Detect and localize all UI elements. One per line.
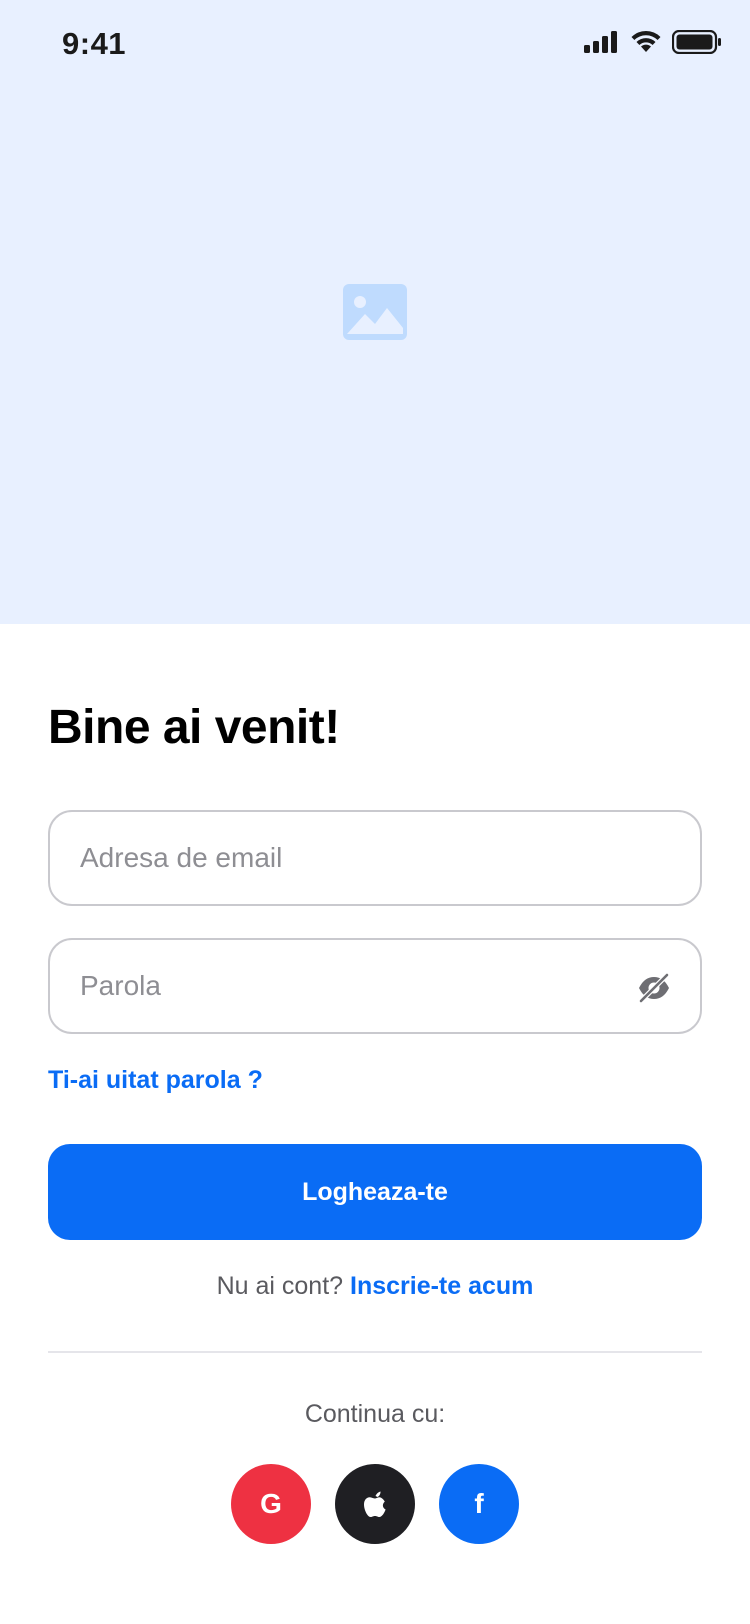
- login-screen: 9:41 Bine ai venit! Adresa de email Ti-a…: [0, 0, 750, 1624]
- password-field-container: [48, 938, 702, 1034]
- login-button[interactable]: Logheaza-te: [48, 1144, 702, 1240]
- apple-icon: [364, 1491, 386, 1517]
- email-field[interactable]: [80, 812, 640, 904]
- signup-link[interactable]: Inscrie-te acum: [350, 1272, 533, 1300]
- password-field[interactable]: [80, 940, 640, 1032]
- facebook-login-button[interactable]: f: [439, 1464, 519, 1544]
- apple-login-button[interactable]: [335, 1464, 415, 1544]
- wifi-icon: [631, 30, 661, 52]
- google-icon: G: [260, 1488, 282, 1519]
- forgot-password-link[interactable]: Ti-ai uitat parola ?: [48, 1066, 263, 1095]
- facebook-icon: f: [474, 1488, 484, 1519]
- divider: [48, 1351, 702, 1353]
- no-account-text: Nu ai cont?: [216, 1272, 344, 1300]
- google-login-button[interactable]: G: [231, 1464, 311, 1544]
- image-placeholder-icon: [343, 284, 407, 340]
- status-time: 9:41: [62, 26, 127, 61]
- hero-banner: 9:41: [0, 0, 750, 624]
- eye-off-icon[interactable]: [636, 970, 672, 1006]
- social-login-row: G f: [0, 1464, 750, 1544]
- signup-prompt: Nu ai cont? Inscrie-te acum: [0, 1272, 750, 1301]
- continue-with-label: Continua cu:: [304, 1400, 446, 1428]
- page-title: Bine ai venit!: [48, 701, 340, 754]
- status-icons: [584, 30, 722, 54]
- email-field-container: [48, 810, 702, 906]
- status-bar: 9:41: [0, 0, 750, 92]
- cellular-signal-icon: [584, 31, 617, 53]
- battery-icon: [672, 30, 721, 54]
